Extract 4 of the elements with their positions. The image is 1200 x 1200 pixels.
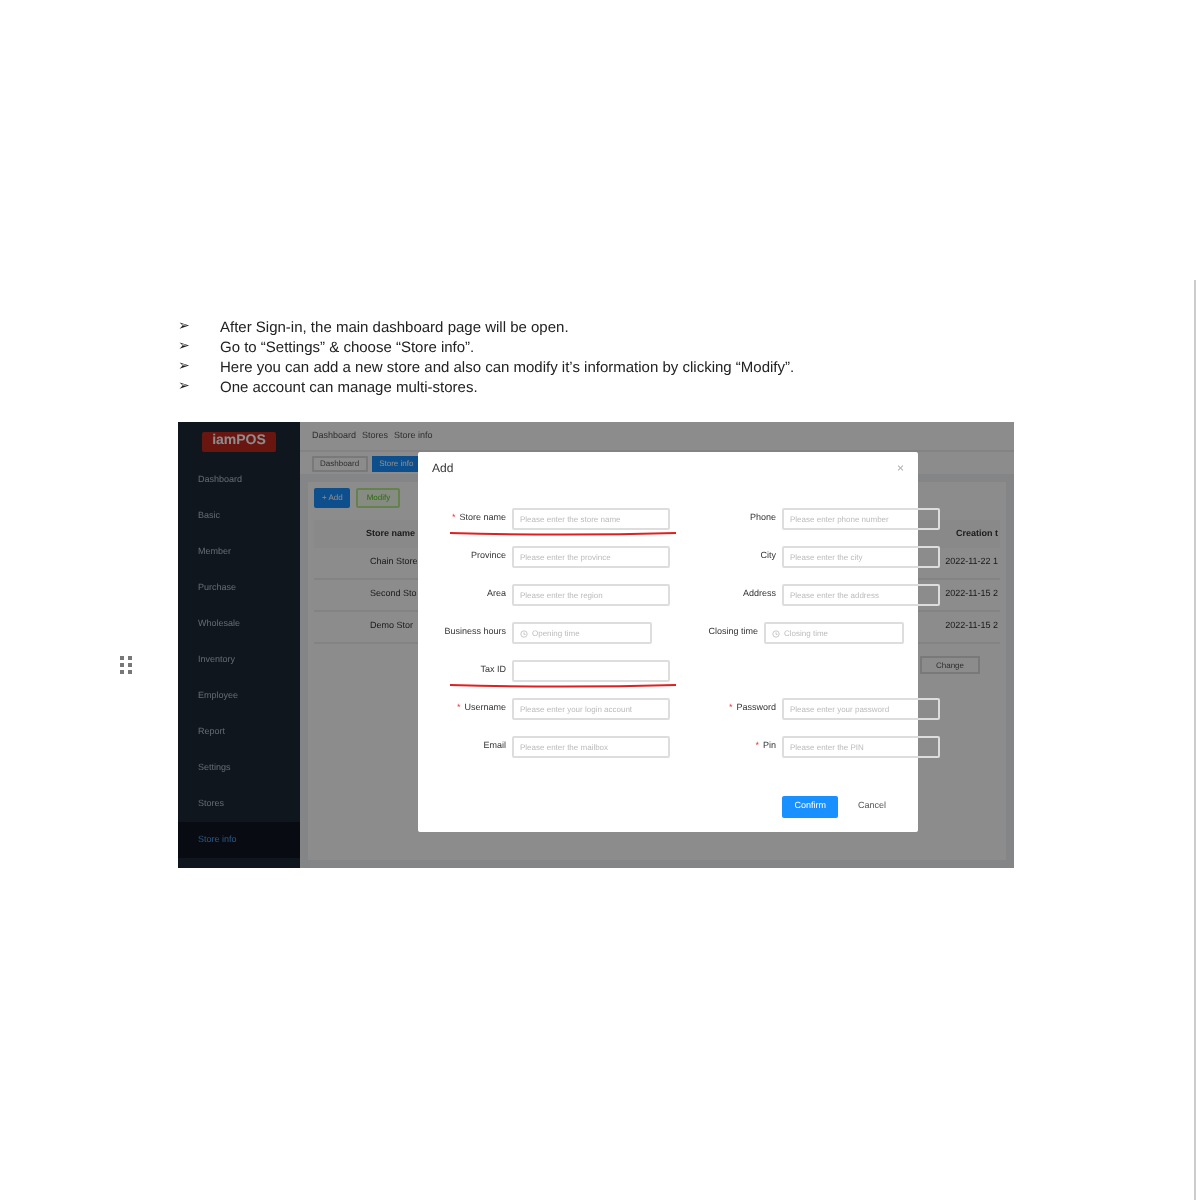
clock-icon [772,629,780,637]
drag-handle-icon [120,656,132,674]
input-field[interactable] [512,660,670,682]
clock-icon [520,629,528,637]
